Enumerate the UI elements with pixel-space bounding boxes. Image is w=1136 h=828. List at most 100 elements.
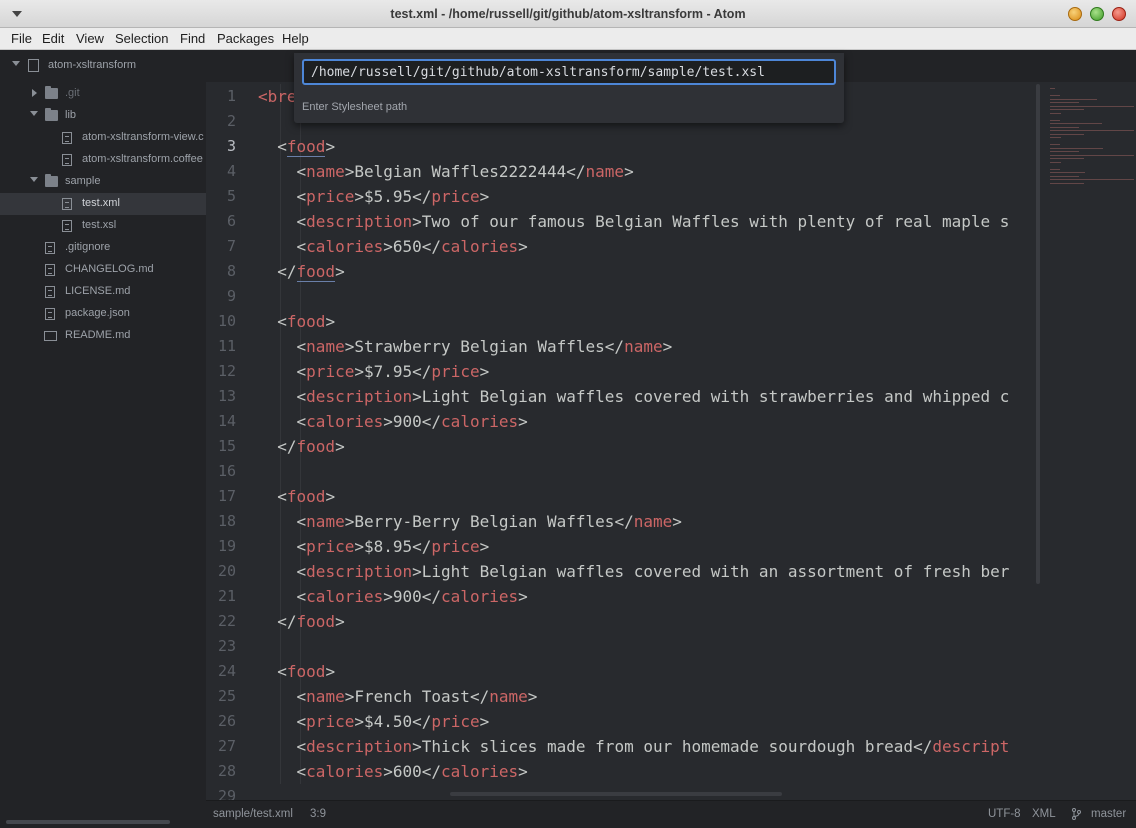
code-tag-name: food <box>286 137 326 157</box>
tree-project-root[interactable]: atom-xsltransform <box>0 55 206 77</box>
editor-pane[interactable]: 1 2 3 4 5 6 7 8 9 10 11 12 13 14 15 16 17 18 19 20 21 22 23 24 2… <box>206 50 1136 800</box>
tree-item-git[interactable]: .git <box>0 83 206 105</box>
code-line[interactable]: <calories>900</calories> <box>258 587 528 606</box>
tree-item-license[interactable]: LICENSE.md <box>0 281 206 303</box>
code-line[interactable]: <description>Light Belgian waffles cover… <box>258 387 1010 406</box>
tree-item-test-xsl[interactable]: test.xsl <box>0 215 206 237</box>
code-line[interactable]: </food> <box>258 262 345 282</box>
code-line[interactable]: <description>Light Belgian waffles cover… <box>258 562 1010 581</box>
status-encoding[interactable]: UTF-8 <box>988 808 1021 820</box>
code-punctuation: > <box>325 137 336 156</box>
code-line[interactable]: <calories>650</calories> <box>258 237 528 256</box>
minimap[interactable] <box>1042 84 1136 800</box>
code-line[interactable]: <food> <box>258 487 335 506</box>
code-line[interactable]: <food> <box>258 662 335 681</box>
status-bar: sample/test.xml 3:9 UTF-8 XML master <box>206 800 1136 828</box>
code-punctuation: </ <box>566 162 586 181</box>
tree-item-main-file[interactable]: atom-xsltransform.coffee <box>0 149 206 171</box>
minimap-line <box>1050 109 1084 110</box>
tree-item-label: lib <box>65 109 77 121</box>
code-punctuation: < <box>258 712 307 731</box>
tree-item-sample[interactable]: sample <box>0 171 206 193</box>
code-punctuation: > <box>335 437 345 456</box>
code-line[interactable]: </food> <box>258 612 344 631</box>
stylesheet-path-input[interactable] <box>302 59 836 85</box>
file-icon <box>45 264 55 276</box>
close-button[interactable] <box>1112 7 1126 21</box>
code-punctuation: > <box>672 512 682 531</box>
editor-horizontal-scrollbar[interactable] <box>450 792 782 796</box>
chevron-down-icon <box>30 111 38 116</box>
menu-find[interactable]: Find <box>180 31 205 46</box>
code-line[interactable]: <name>Strawberry Belgian Waffles</name> <box>258 337 673 356</box>
editor-vertical-scrollbar[interactable] <box>1036 84 1040 584</box>
code-line[interactable]: <price>$8.95</price> <box>258 537 490 556</box>
tree-item-label: README.md <box>65 329 131 341</box>
line-number: 3 <box>226 137 236 155</box>
chevron-down-icon <box>12 61 20 66</box>
menu-edit[interactable]: Edit <box>42 31 64 46</box>
code-text: 900 <box>392 587 422 606</box>
code-text: French Toast <box>354 687 470 706</box>
code-punctuation: > <box>412 737 422 756</box>
menu-file[interactable]: File <box>11 31 32 46</box>
code-line[interactable]: <name>Belgian Waffles2222444</name> <box>258 162 634 181</box>
line-number: 7 <box>226 237 236 255</box>
status-cursor-position[interactable]: 3:9 <box>310 808 326 820</box>
code-punctuation: > <box>518 762 528 781</box>
tree-item-readme[interactable]: README.md <box>0 325 206 347</box>
status-grammar[interactable]: XML <box>1032 808 1056 820</box>
minimap-line <box>1050 119 1060 121</box>
code-tag-name: food <box>286 312 326 331</box>
code-tag-name: name <box>624 337 663 356</box>
code-punctuation: < <box>258 162 307 181</box>
tree-item-label: CHANGELOG.md <box>65 263 154 275</box>
code-line[interactable]: <price>$4.50</price> <box>258 712 490 731</box>
menu-selection[interactable]: Selection <box>115 31 168 46</box>
tree-item-changelog[interactable]: CHANGELOG.md <box>0 259 206 281</box>
code-text: 900 <box>392 412 422 431</box>
code-line[interactable]: <description>Two of our famous Belgian W… <box>258 212 1010 231</box>
code-line[interactable]: <calories>600</calories> <box>258 762 528 781</box>
code-line[interactable]: </food> <box>258 437 345 456</box>
tree-item-lib[interactable]: lib <box>0 105 206 127</box>
tree-item-gitignore[interactable]: .gitignore <box>0 237 206 259</box>
code-punctuation: > <box>344 337 355 356</box>
code-line[interactable]: <price>$5.95</price> <box>258 187 490 206</box>
code-area[interactable]: <bre <food> <name>Belgian Waffles2222444… <box>258 84 1040 800</box>
code-punctuation: > <box>479 537 490 556</box>
code-line[interactable]: <food> <box>258 312 335 331</box>
line-number: 28 <box>217 762 236 780</box>
line-number: 2 <box>226 112 236 130</box>
code-tag-name: description <box>306 387 413 406</box>
code-line[interactable]: <description>Thick slices made from our … <box>258 737 1010 756</box>
maximize-button[interactable] <box>1090 7 1104 21</box>
code-line[interactable]: <calories>900</calories> <box>258 412 528 431</box>
code-tag-name: price <box>431 712 480 731</box>
code-punctuation: > <box>335 262 345 281</box>
tree-item-view-file[interactable]: atom-xsltransform-view.c <box>0 127 206 149</box>
menu-help[interactable]: Help <box>282 31 309 46</box>
minimize-button[interactable] <box>1068 7 1082 21</box>
code-punctuation: > <box>325 662 336 681</box>
file-icon <box>45 286 55 298</box>
code-line[interactable]: <price>$7.95</price> <box>258 362 490 381</box>
code-line[interactable]: <name>Berry-Berry Belgian Waffles</name> <box>258 512 682 531</box>
code-line[interactable]: <name>French Toast</name> <box>258 687 538 706</box>
code-text: Berry-Berry Belgian Waffles <box>354 512 615 531</box>
code-line[interactable]: <food> <box>258 137 336 157</box>
status-file-path[interactable]: sample/test.xml <box>213 808 293 820</box>
tree-item-package-json[interactable]: package.json <box>0 303 206 325</box>
tree-horizontal-scrollbar[interactable] <box>6 820 170 824</box>
code-punctuation: > <box>344 512 355 531</box>
tree-item-test-xml[interactable]: test.xml <box>0 193 206 215</box>
line-number: 11 <box>217 337 236 355</box>
line-number: 1 <box>226 87 236 105</box>
code-line[interactable]: <bre <box>258 87 297 106</box>
menu-packages[interactable]: Packages <box>217 31 274 46</box>
code-punctuation: > <box>527 687 538 706</box>
status-git-branch[interactable]: master <box>1091 808 1126 820</box>
menu-view[interactable]: View <box>76 31 104 46</box>
tree-item-label: .gitignore <box>65 241 111 253</box>
minimap-line <box>1050 175 1079 177</box>
